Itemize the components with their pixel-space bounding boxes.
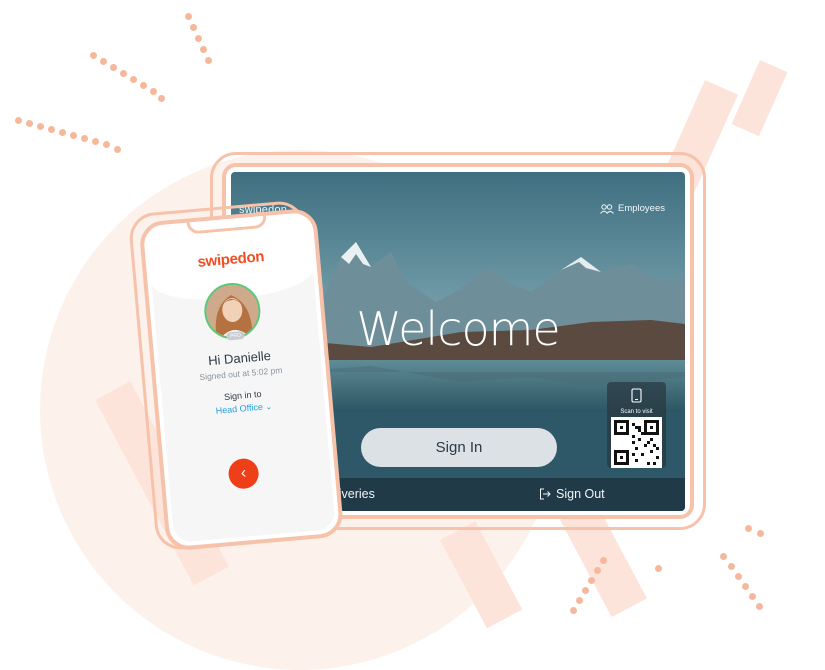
decorative-dot xyxy=(745,525,752,532)
decorative-dot xyxy=(742,583,749,590)
decorative-dot xyxy=(15,117,22,124)
decorative-dot xyxy=(70,132,77,139)
decorative-dot xyxy=(26,120,33,127)
decorative-dot xyxy=(158,95,165,102)
decorative-dot xyxy=(185,13,192,20)
user-photo xyxy=(204,282,261,340)
decorative-dot xyxy=(103,141,110,148)
decorative-dot xyxy=(100,58,107,65)
background-stripe xyxy=(731,60,788,137)
decorative-dot xyxy=(757,530,764,537)
decorative-dot xyxy=(749,593,756,600)
decorative-dot xyxy=(756,603,763,610)
decorative-dot xyxy=(90,52,97,59)
decorative-dot xyxy=(655,565,662,572)
sign-out-icon xyxy=(540,488,551,500)
phone-frame: swipedon PRO Hi Danielle Signed out at 5… xyxy=(138,207,345,552)
pro-badge: PRO xyxy=(226,331,245,341)
scan-label: Scan to visit xyxy=(620,409,653,415)
sign-out-button[interactable]: Sign Out xyxy=(539,487,605,501)
phone-icon xyxy=(631,388,642,403)
decorative-dot xyxy=(600,557,607,564)
decorative-dot xyxy=(205,57,212,64)
back-button[interactable]: ‹ xyxy=(227,457,260,490)
decorative-dot xyxy=(582,587,589,594)
employees-label: Employees xyxy=(618,203,665,214)
qr-code xyxy=(611,417,662,468)
decorative-dot xyxy=(195,35,202,42)
decorative-dot xyxy=(37,123,44,130)
decorative-dot xyxy=(59,129,66,136)
location-label: Head Office xyxy=(215,401,264,416)
decorative-dot xyxy=(200,46,207,53)
employees-link[interactable]: Employees xyxy=(600,203,665,214)
sign-in-button[interactable]: Sign In xyxy=(361,428,557,467)
sign-out-label: Sign Out xyxy=(556,487,605,501)
decorative-dot xyxy=(728,563,735,570)
decorative-dot xyxy=(110,64,117,71)
users-icon xyxy=(600,203,614,214)
decorative-dot xyxy=(48,126,55,133)
decorative-dot xyxy=(130,76,137,83)
decorative-dot xyxy=(190,24,197,31)
chevron-down-icon: ⌄ xyxy=(265,401,273,412)
decorative-dot xyxy=(140,82,147,89)
decorative-dot xyxy=(120,70,127,77)
decorative-dot xyxy=(92,138,99,145)
decorative-dot xyxy=(150,88,157,95)
qr-panel[interactable]: Scan to visit xyxy=(607,382,666,468)
phone-screen: swipedon PRO Hi Danielle Signed out at 5… xyxy=(146,216,336,543)
phone-device: swipedon PRO Hi Danielle Signed out at 5… xyxy=(127,196,367,553)
decorative-dot xyxy=(81,135,88,142)
decorative-dot xyxy=(588,577,595,584)
chevron-left-icon: ‹ xyxy=(240,464,247,482)
decorative-dot xyxy=(720,553,727,560)
decorative-dot xyxy=(735,573,742,580)
decorative-dot xyxy=(576,597,583,604)
decorative-dot xyxy=(594,567,601,574)
decorative-dot xyxy=(570,607,577,614)
decorative-dot xyxy=(114,146,121,153)
